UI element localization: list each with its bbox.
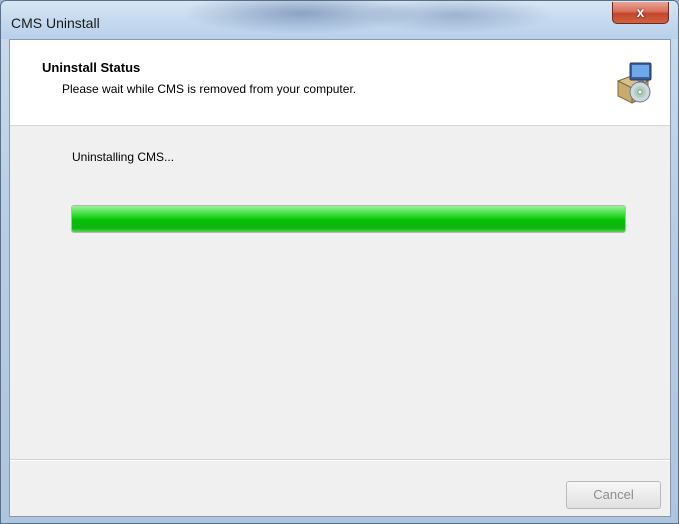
- page-subtitle: Please wait while CMS is removed from yo…: [62, 82, 357, 96]
- installer-package-icon: [616, 62, 652, 104]
- close-button[interactable]: x: [612, 2, 669, 24]
- footer-divider: [10, 459, 670, 461]
- uninstall-window: CMS Uninstall x Uninstall Status Please …: [0, 0, 679, 524]
- cancel-button[interactable]: Cancel: [566, 481, 661, 509]
- dialog-client-area: Uninstall Status Please wait while CMS i…: [9, 39, 671, 517]
- status-text: Uninstalling CMS...: [72, 150, 175, 164]
- window-title: CMS Uninstall: [11, 15, 100, 31]
- progress-bar-fill: [72, 206, 625, 232]
- dialog-header: Uninstall Status Please wait while CMS i…: [10, 40, 670, 126]
- page-title: Uninstall Status: [42, 60, 141, 75]
- title-bar[interactable]: CMS Uninstall x: [1, 1, 678, 39]
- progress-bar: [71, 205, 626, 233]
